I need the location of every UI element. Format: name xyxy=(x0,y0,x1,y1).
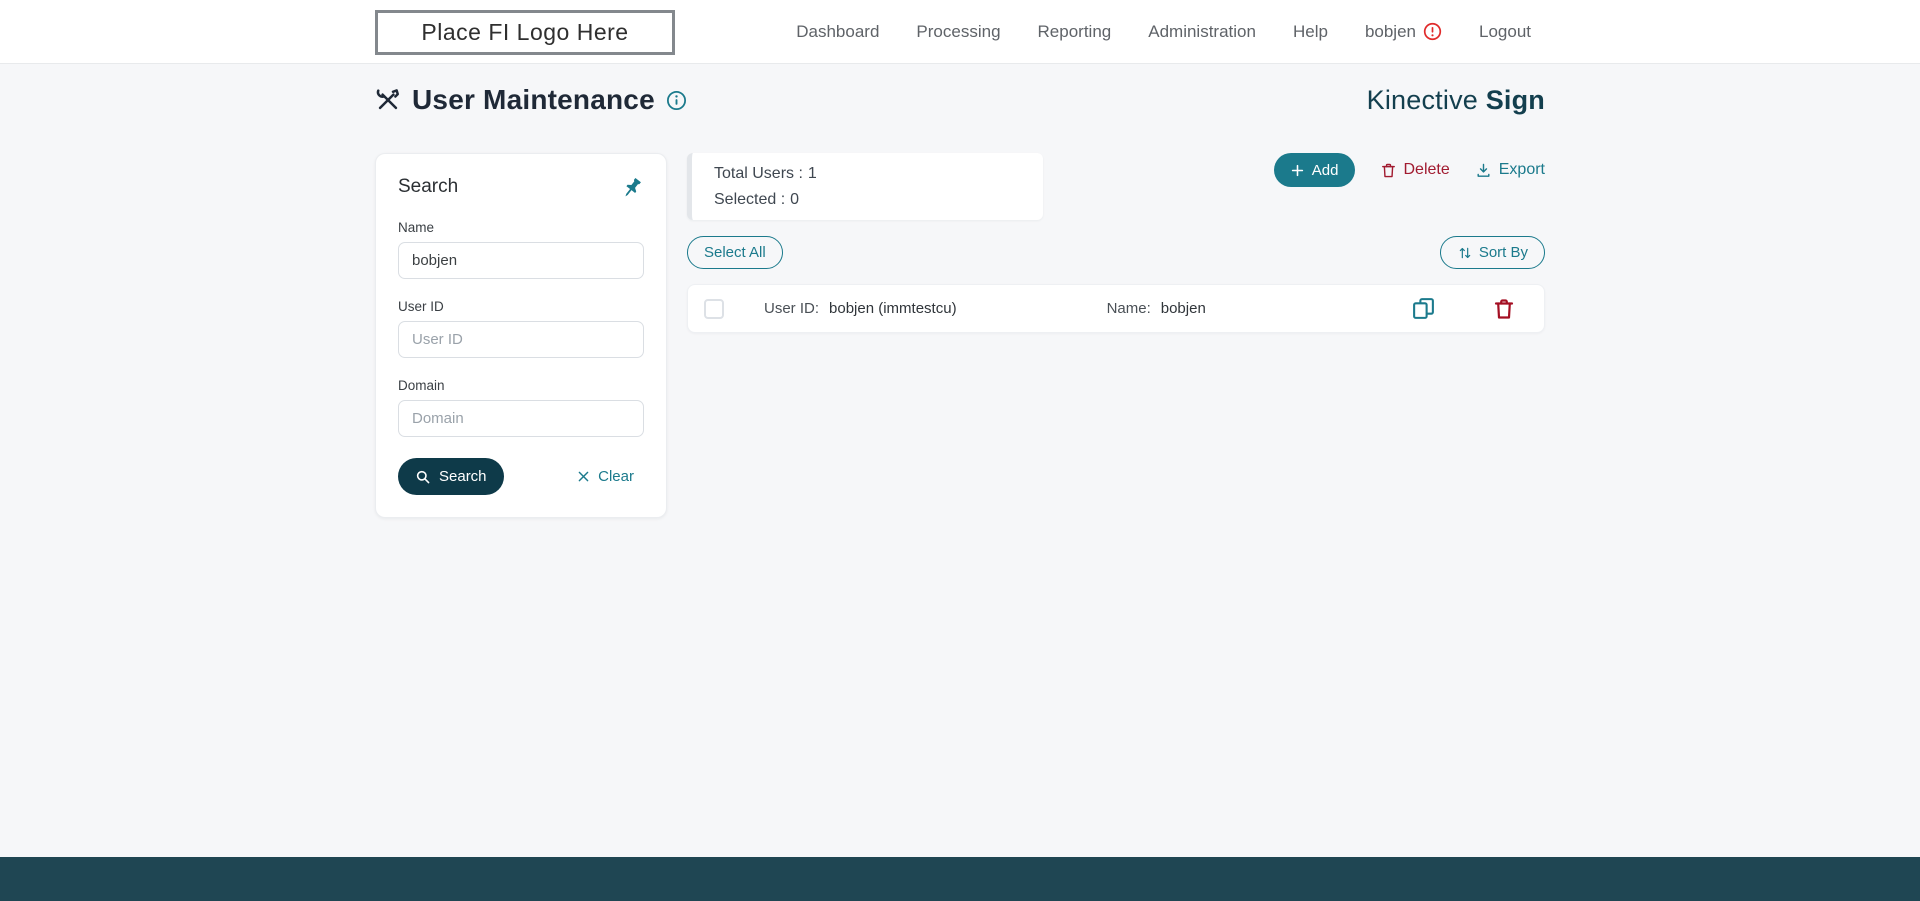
selected-label: Selected : xyxy=(714,191,786,208)
delete-button-label: Delete xyxy=(1403,161,1450,178)
plus-icon xyxy=(1291,164,1303,176)
total-users-line: Total Users :1 xyxy=(714,163,1043,184)
nav-reporting[interactable]: Reporting xyxy=(1038,22,1112,42)
user-list-row: User ID: bobjen (immtestcu) Name: bobjen xyxy=(687,284,1545,333)
copy-icon[interactable] xyxy=(1411,296,1436,321)
nav-dashboard[interactable]: Dashboard xyxy=(796,22,879,42)
add-button-label: Add xyxy=(1311,161,1339,179)
summary-box: Total Users :1 Selected :0 xyxy=(687,153,1043,220)
add-user-button[interactable]: Add xyxy=(1273,153,1355,187)
page-header: User Maintenance Kinective Sign xyxy=(375,84,1545,116)
sort-by-label: Sort By xyxy=(1478,244,1528,261)
sort-by-button[interactable]: Sort By xyxy=(1439,236,1545,269)
trash-icon xyxy=(1381,163,1395,177)
brand-product: Sign xyxy=(1485,84,1545,115)
user-list-section: Total Users :1 Selected :0 Add Delete Ex… xyxy=(687,153,1545,333)
clear-button-label: Clear xyxy=(598,468,634,485)
export-button[interactable]: Export xyxy=(1475,161,1545,179)
sort-arrows-icon xyxy=(1459,247,1471,258)
selected-line: Selected :0 xyxy=(714,189,1043,210)
select-all-button[interactable]: Select All xyxy=(687,236,783,269)
name-cell-label: Name: xyxy=(1106,300,1151,317)
domain-field-label: Domain xyxy=(398,378,445,393)
search-icon xyxy=(416,470,430,483)
nav-logout[interactable]: Logout xyxy=(1479,22,1531,42)
total-users-value: 1 xyxy=(807,165,817,182)
name-cell-value: bobjen xyxy=(1160,300,1206,317)
delete-button[interactable]: Delete xyxy=(1380,161,1450,179)
page-title: User Maintenance xyxy=(412,84,655,115)
alert-circle-icon xyxy=(1423,22,1442,41)
logo-text: Place FI Logo Here xyxy=(421,19,629,45)
footer-bar xyxy=(0,857,1920,901)
brand-kinective-sign: Kinective Sign xyxy=(1367,85,1545,116)
nav-processing[interactable]: Processing xyxy=(916,22,1000,42)
row-checkbox[interactable] xyxy=(704,298,724,319)
select-all-label: Select All xyxy=(704,244,766,261)
domain-input[interactable] xyxy=(398,400,644,437)
clear-button[interactable]: Clear xyxy=(576,468,634,485)
info-icon[interactable] xyxy=(666,90,687,111)
pushpin-icon[interactable] xyxy=(615,171,649,205)
name-input[interactable] xyxy=(398,242,644,279)
nav-administration[interactable]: Administration xyxy=(1148,22,1256,42)
nav-help[interactable]: Help xyxy=(1293,22,1328,42)
user-id-input[interactable] xyxy=(398,321,644,358)
user-id-field-label: User ID xyxy=(398,299,444,314)
top-navigation-bar: Place FI Logo Here Dashboard Processing … xyxy=(0,0,1920,64)
search-panel: Search Name User ID Domain xyxy=(375,153,667,518)
name-cell: Name: bobjen xyxy=(1107,300,1206,317)
total-users-label: Total Users : xyxy=(714,165,803,182)
user-id-cell-label: User ID: xyxy=(764,300,820,317)
search-button[interactable]: Search xyxy=(398,458,504,495)
row-trash-icon[interactable] xyxy=(1492,297,1516,321)
search-panel-title: Search xyxy=(398,176,459,197)
nav-user-label: bobjen xyxy=(1364,21,1416,41)
brand-name: Kinective xyxy=(1366,84,1478,115)
export-button-label: Export xyxy=(1498,161,1545,178)
fi-logo-placeholder: Place FI Logo Here xyxy=(375,10,675,55)
user-id-cell-value: bobjen (immtestcu) xyxy=(829,300,957,317)
download-icon xyxy=(1477,163,1490,177)
name-field-label: Name xyxy=(398,220,435,235)
close-icon xyxy=(578,471,589,482)
tools-icon xyxy=(376,89,399,110)
primary-nav: Dashboard Processing Reporting Administr… xyxy=(796,0,1531,63)
search-button-label: Search xyxy=(439,468,487,485)
nav-user-bobjen[interactable]: bobjen xyxy=(1365,22,1442,42)
selected-value: 0 xyxy=(790,191,800,208)
user-id-cell: User ID: bobjen (immtestcu) xyxy=(764,300,957,317)
